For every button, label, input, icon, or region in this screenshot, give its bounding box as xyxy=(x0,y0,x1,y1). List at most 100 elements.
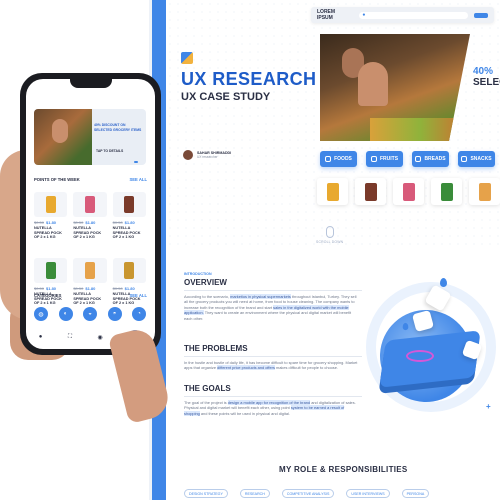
categories-title: CATEGORIES xyxy=(34,293,62,298)
fruit-icon[interactable]: ◐ xyxy=(58,307,73,321)
page-title: UX RESEARCH xyxy=(181,69,317,89)
circle-icon[interactable]: ● xyxy=(39,334,43,340)
cart-icon[interactable]: ◔ xyxy=(132,307,146,321)
product-tile[interactable] xyxy=(355,178,386,205)
product-jar xyxy=(45,196,56,213)
fruit-icon xyxy=(370,156,377,162)
plus-icon: + xyxy=(383,368,388,377)
web-header-bar: LOREM IPSUM ● xyxy=(311,7,494,23)
page-subtitle: UX CASE STUDY xyxy=(181,91,271,103)
product-name: NUTELLA SPREAD POCK OF 2 x 1 KG xyxy=(34,226,62,240)
promo-photo xyxy=(34,109,92,165)
role-pill: COMPETITIVE ANALYSIS xyxy=(281,489,335,498)
category-button-foods[interactable]: FOODS xyxy=(320,151,357,167)
category-label: SNACKS xyxy=(470,156,492,162)
product-card[interactable]: $0.50 $1.80 NUTELLA SPREAD POCK OF 2 x 1 … xyxy=(73,192,107,252)
goals-text: The goal of the project is design a mobi… xyxy=(184,400,358,416)
new-price: $1.80 xyxy=(46,286,57,291)
scroll-label: SCROLL DOWN xyxy=(316,240,344,244)
roles-list: DESIGN STRATEGY RESEARCH COMPETITIVE ANA… xyxy=(184,489,430,498)
points-title: POINTS OF THE WEEK xyxy=(34,177,80,182)
category-button-breads[interactable]: BREADS xyxy=(412,151,449,167)
product-tile[interactable] xyxy=(431,178,462,205)
product-jar xyxy=(402,182,415,201)
category-label: BREADS xyxy=(424,156,446,162)
new-price: $1.80 xyxy=(124,286,135,291)
overview-text: According to the scenario, marketios in … xyxy=(184,294,358,321)
bag-icon[interactable]: ◍ xyxy=(34,307,48,321)
product-card[interactable]: $0.50 $1.80 NUTELLA SPREAD POCK OF 2 x 1 … xyxy=(34,192,68,252)
phone-category-row: ◍ ◐ ◒ ◓ ◔ xyxy=(34,307,146,321)
cart-icon[interactable]: ⛶ xyxy=(68,334,72,341)
see-all-points-link[interactable]: SEE ALL xyxy=(129,177,147,182)
category-label: FOODS xyxy=(334,156,352,162)
product-jar xyxy=(440,182,453,201)
bread-icon[interactable]: ◒ xyxy=(83,307,97,321)
product-thumb xyxy=(34,192,68,217)
product-tile[interactable] xyxy=(469,178,500,205)
product-thumb xyxy=(112,258,146,283)
product-price: $0.50 $1.80 xyxy=(73,220,106,225)
old-price: $0.50 xyxy=(112,220,123,225)
plus-icon: + xyxy=(486,402,491,411)
search-input[interactable]: ● xyxy=(359,11,469,19)
avatar xyxy=(183,150,193,160)
see-all-categories-link[interactable]: SEE ALL xyxy=(129,293,147,298)
product-name: NUTELLA SPREAD POCK OF 2 x 1 KG xyxy=(112,226,141,240)
product-card[interactable]: $0.50 $1.80 NUTELLA SPREAD POCK OF 2 x 1 … xyxy=(112,192,146,252)
divider xyxy=(184,290,362,291)
role-pill: PERSONA xyxy=(401,489,430,498)
snack-icon xyxy=(461,156,468,162)
section-label: INTRODUCTION xyxy=(184,272,212,276)
role-pill: USER INTERVIEWS xyxy=(346,489,390,498)
product-grid: $0.50 $1.80 NUTELLA SPREAD POCK OF 2 x 1 … xyxy=(34,192,146,318)
phone-promo-banner[interactable]: 40% DISCOUNT ON SELECTED GROCERY ITEMS T… xyxy=(34,109,146,165)
role-pill: DESIGN STRATEGY xyxy=(184,489,228,498)
hero-discount: 40% SELEC xyxy=(473,66,500,88)
search-button[interactable] xyxy=(474,12,488,18)
old-price: $0.50 xyxy=(73,286,84,291)
old-price: $0.50 xyxy=(34,286,45,291)
product-jar xyxy=(124,196,135,213)
product-jar xyxy=(124,262,135,279)
highlight: different price products and offers xyxy=(217,365,275,371)
snack-icon[interactable]: ◓ xyxy=(107,307,122,321)
promo-text: 40% DISCOUNT ON SELECTED GROCERY ITEMS xyxy=(94,123,142,132)
product-thumb xyxy=(112,192,146,217)
discount-percent: 40% xyxy=(473,66,494,77)
product-jar xyxy=(45,262,56,279)
roles-heading: MY ROLE & RESPONSIBILITIES xyxy=(279,465,408,474)
illustration-ellipse xyxy=(406,350,434,362)
category-label: FRUITS xyxy=(379,156,399,162)
product-tile[interactable] xyxy=(317,178,348,205)
text-run: makes difficult for people to choose. xyxy=(274,365,339,371)
text-run: The goal of the project is xyxy=(184,400,228,405)
mouse-scroll-icon xyxy=(326,226,334,238)
product-tile[interactable] xyxy=(393,178,424,205)
author-role: UX researcher xyxy=(197,155,218,159)
old-price: $0.50 xyxy=(73,220,84,225)
text-run: They want to create an environment where… xyxy=(184,310,352,321)
product-jar xyxy=(84,196,95,213)
promo-detail: TAP TO DETAILS xyxy=(96,149,124,153)
bag-icon xyxy=(325,156,332,162)
category-button-snacks[interactable]: SNACKS xyxy=(458,151,495,167)
new-price: $1.80 xyxy=(85,286,96,291)
goals-heading: THE GOALS xyxy=(184,384,231,393)
phone-screen: 40% DISCOUNT ON SELECTED GROCERY ITEMS T… xyxy=(26,79,155,349)
brand-name: LOREM IPSUM xyxy=(317,9,336,21)
category-buttons: FOODS FRUITS BREADS SNACKS xyxy=(320,151,495,167)
old-price: $0.50 xyxy=(112,286,123,291)
text-run: and these points will be used in physica… xyxy=(199,410,290,416)
problems-heading: THE PROBLEMS xyxy=(184,344,248,353)
product-jar xyxy=(326,182,339,201)
drop-shape xyxy=(402,322,409,331)
discount-word: SELEC xyxy=(473,77,500,88)
user-icon[interactable]: ◉ xyxy=(98,334,103,341)
hero-photo xyxy=(320,34,470,141)
category-button-fruits[interactable]: FRUITS xyxy=(366,151,403,167)
product-price: $0.50 $1.80 xyxy=(73,286,106,291)
product-name: NUTELLA SPREAD POCK OF 2 x 1 KG xyxy=(73,226,102,240)
product-price: $0.50 $1.80 xyxy=(34,220,67,225)
phone-mockup: 40% DISCOUNT ON SELECTED GROCERY ITEMS T… xyxy=(20,73,161,355)
